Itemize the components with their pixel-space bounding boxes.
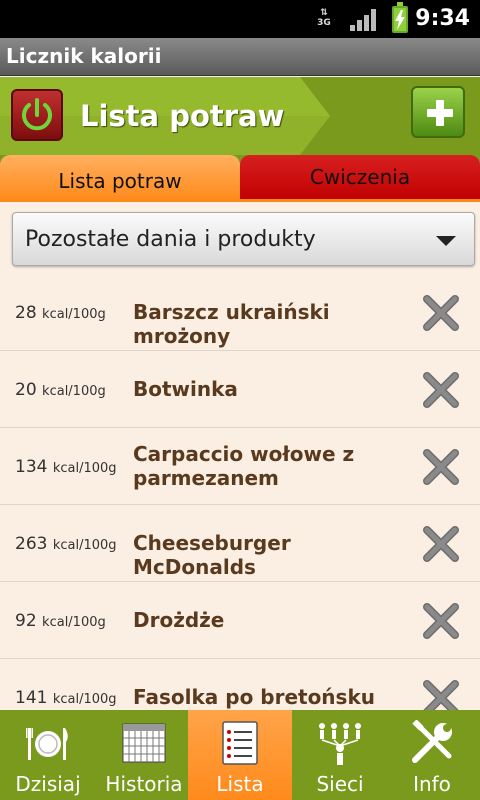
nav-sieci[interactable]: Sieci <box>292 710 388 800</box>
app-title: Licznik kalorii <box>6 44 162 68</box>
tab-lista-potraw[interactable]: Lista potraw <box>0 155 240 200</box>
delete-icon[interactable] <box>421 601 461 641</box>
nav-label: Dzisiaj <box>15 772 81 796</box>
nav-dzisiaj[interactable]: Dzisiaj <box>0 710 96 800</box>
tools-icon <box>412 720 452 763</box>
list-icon <box>222 721 258 765</box>
battery-charging-icon <box>392 2 408 33</box>
network-people-icon <box>319 723 361 765</box>
calendar-icon <box>122 723 166 763</box>
plate-cutlery-icon <box>26 728 68 760</box>
tab-label: Cwiczenia <box>309 165 411 189</box>
tab-bar: Lista potraw Cwiczenia <box>0 155 480 200</box>
kcal-value: 92 kcal/100g <box>15 611 106 631</box>
food-name: Carpaccio wołowe z parmezanem <box>133 442 355 490</box>
nav-info[interactable]: Info <box>384 710 480 800</box>
kcal-value: 263 kcal/100g <box>15 534 117 554</box>
nav-label: Historia <box>105 772 183 796</box>
power-icon <box>22 98 52 131</box>
nav-label: Info <box>413 772 451 796</box>
network-3g-icon: ⇅ 3G <box>317 8 331 28</box>
nav-historia[interactable]: Historia <box>96 710 192 800</box>
signal-icon <box>350 9 376 31</box>
list-item[interactable]: 28 kcal/100g Barszcz ukraiński mrożony <box>0 274 480 351</box>
network-type-label: 3G <box>317 18 331 28</box>
nav-lista[interactable]: Lista <box>188 710 292 800</box>
kcal-value: 20 kcal/100g <box>15 380 106 400</box>
food-name: Drożdże <box>133 608 225 632</box>
add-button[interactable] <box>411 86 465 138</box>
list-item[interactable]: 92 kcal/100g Drożdże <box>0 582 480 659</box>
bottom-nav: Dzisiaj Historia Lista Sieci Info <box>0 710 480 800</box>
delete-icon[interactable] <box>421 524 461 564</box>
food-list: 28 kcal/100g Barszcz ukraiński mrożony 2… <box>0 274 480 710</box>
kcal-value: 134 kcal/100g <box>15 457 117 477</box>
kcal-value: 141 kcal/100g <box>15 688 117 708</box>
delete-icon[interactable] <box>421 678 461 710</box>
chevron-down-icon <box>436 236 456 246</box>
delete-icon[interactable] <box>421 447 461 487</box>
nav-label: Lista <box>216 772 264 796</box>
list-item[interactable]: 263 kcal/100g Cheeseburger McDonalds <box>0 505 480 582</box>
food-name: Cheeseburger McDonalds <box>133 531 291 579</box>
tab-underline <box>0 199 480 202</box>
power-button[interactable] <box>11 89 63 141</box>
kcal-value: 28 kcal/100g <box>15 303 106 323</box>
delete-icon[interactable] <box>421 293 461 333</box>
list-item[interactable]: 141 kcal/100g Fasolka po bretońsku <box>0 659 480 710</box>
clock: 9:34 <box>415 6 470 31</box>
category-select-value: Pozostałe dania i produkty <box>25 227 316 252</box>
food-name: Botwinka <box>133 377 238 401</box>
food-name: Barszcz ukraiński mrożony <box>133 300 330 348</box>
list-item[interactable]: 20 kcal/100g Botwinka <box>0 351 480 428</box>
list-item[interactable]: 134 kcal/100g Carpaccio wołowe z parmeza… <box>0 428 480 505</box>
app-title-bar: Licznik kalorii <box>0 38 480 76</box>
tab-cwiczenia[interactable]: Cwiczenia <box>240 155 480 200</box>
food-name: Fasolka po bretońsku <box>133 685 375 709</box>
delete-icon[interactable] <box>421 370 461 410</box>
category-select[interactable]: Pozostałe dania i produkty <box>12 212 475 266</box>
nav-label: Sieci <box>316 772 364 796</box>
status-bar: ⇅ 3G 9:34 <box>0 0 480 38</box>
tab-label: Lista potraw <box>58 169 182 193</box>
page-title: Lista potraw <box>80 99 285 133</box>
header: Lista potraw <box>0 77 480 155</box>
